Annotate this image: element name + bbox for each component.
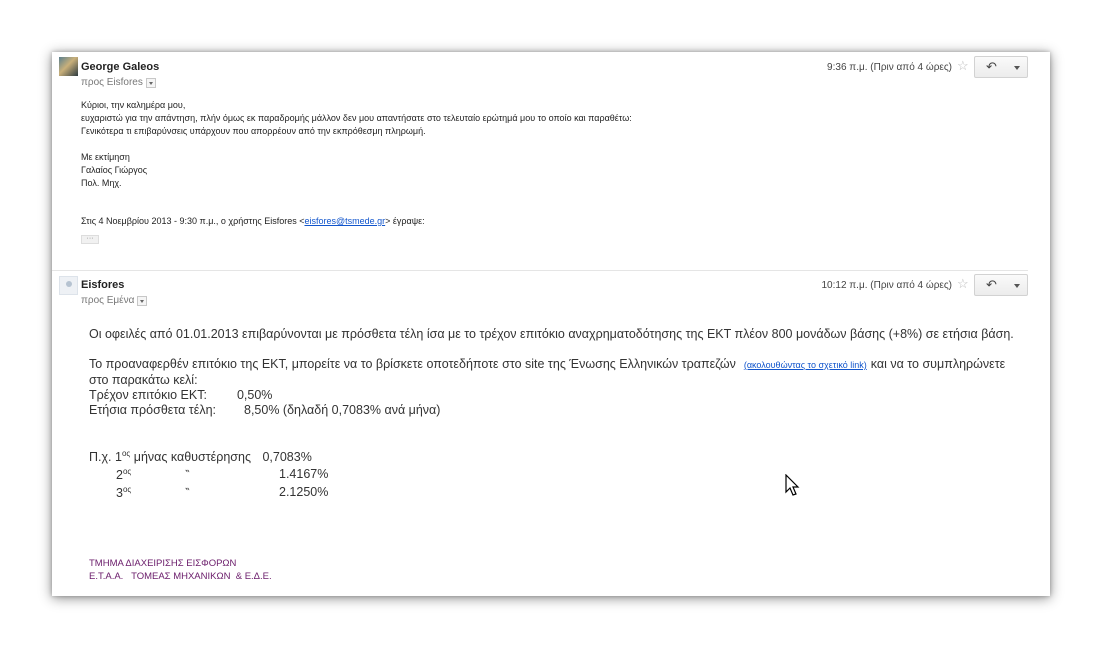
example-row: 3ος — [116, 485, 132, 501]
star-icon[interactable]: ☆ — [957, 277, 969, 290]
mouse-pointer-icon — [785, 474, 800, 496]
message-divider — [52, 270, 1028, 271]
reply-button[interactable]: ↶ — [974, 56, 1009, 78]
message-time: 9:36 π.μ. (Πριν από 4 ώρες) — [827, 62, 952, 73]
body-line: Κύριοι, την καλημέρα μου, — [81, 100, 186, 110]
sender-name[interactable]: George Galeos — [81, 61, 159, 73]
sender-name[interactable]: Eisfores — [81, 279, 124, 291]
closing-line: Πολ. Μηχ. — [81, 178, 122, 188]
reply-icon: ↶ — [986, 277, 997, 292]
fee-line: Ετήσια πρόσθετα τέλη: 8,50% (δηλαδή 0,708… — [89, 403, 441, 417]
body-line: ευχαριστώ για την απάντηση, πλήν όμως εκ… — [81, 113, 632, 123]
reply-icon: ↶ — [986, 59, 997, 74]
more-options-button[interactable] — [1008, 56, 1028, 78]
signature: ΤΜΗΜΑ ΔΙΑΧΕΙΡΙΣΗΣ ΕΙΣΦΟΡΩΝ Ε.Τ.Α.Α. ΤΟΜΕ… — [89, 558, 272, 582]
show-details-icon[interactable] — [137, 295, 148, 306]
recipient-text: προς Eisfores — [81, 77, 143, 88]
more-options-button[interactable] — [1008, 274, 1028, 296]
closing-line: Με εκτίμηση — [81, 152, 130, 162]
message-body: Οι οφειλές από 01.01.2013 επιβαρύνονται … — [89, 327, 1019, 418]
recipient-text: προς Εμένα — [81, 295, 135, 306]
reply-button[interactable]: ↶ — [974, 274, 1009, 296]
show-details-icon[interactable] — [145, 77, 156, 88]
example-ditto: ‶ — [185, 468, 190, 482]
rate-line: Τρέχον επιτόκιο ΕΚΤ: 0,50% — [89, 388, 273, 402]
star-icon[interactable]: ☆ — [957, 59, 969, 72]
body-paragraph: Οι οφειλές από 01.01.2013 επιβαρύνονται … — [89, 327, 1014, 341]
example-row: 2ος — [116, 467, 132, 483]
email-thread-panel: George Galeos προς Eisfores 9:36 π.μ. (Π… — [52, 52, 1050, 596]
example-value: 1.4167% — [279, 467, 329, 481]
quote-header: Στις 4 Νοεμβρίου 2013 - 9:30 π.μ., ο χρή… — [81, 216, 425, 226]
body-paragraph: Το προαναφερθέν επιτόκιο της ΕΚΤ, μπορεί… — [89, 357, 1006, 387]
example-value: 2.1250% — [279, 485, 329, 499]
message-body: Κύριοι, την καλημέρα μου, ευχαριστώ για … — [81, 99, 632, 190]
sender-avatar[interactable] — [59, 276, 78, 295]
email-link[interactable]: eisfores@tsmede.gr — [304, 216, 385, 226]
message-time: 10:12 π.μ. (Πριν από 4 ώρες) — [821, 280, 952, 291]
recipient-line: προς Eisfores — [81, 77, 156, 88]
example-row: Π.χ. 1ος μήνας καθυστέρησης 0,7083% — [89, 449, 312, 465]
body-line: Γενικότερα τι επιβαρύνσεις υπάρχουν που … — [81, 126, 426, 136]
closing-line: Γαλαίος Γιώργος — [81, 165, 148, 175]
sender-avatar[interactable] — [59, 57, 78, 76]
example-ditto: ‶ — [185, 486, 190, 500]
related-link[interactable]: (ακολουθώντας το σχετικό link) — [744, 360, 867, 370]
show-trimmed-content-button[interactable]: ··· — [81, 235, 99, 244]
recipient-line: προς Εμένα — [81, 295, 148, 306]
